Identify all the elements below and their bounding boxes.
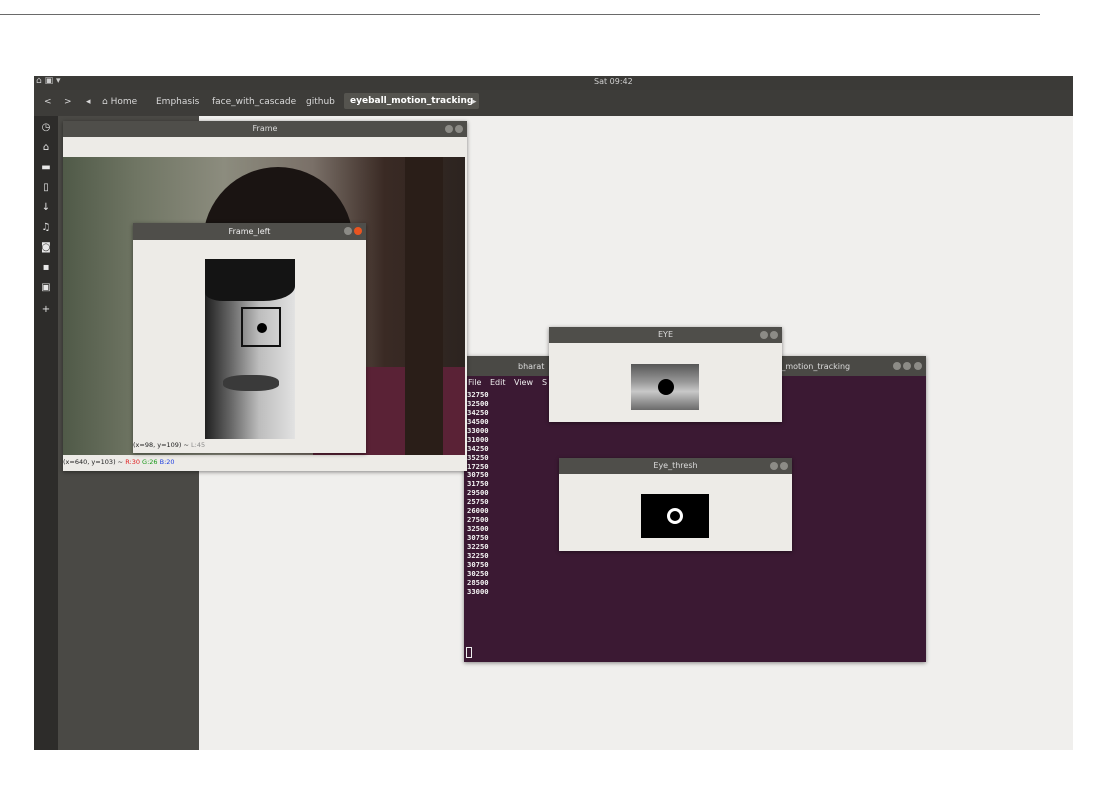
- door-shape: [405, 157, 443, 455]
- frame-left-window[interactable]: Frame_left (x=98, y=109) ~ L:45: [133, 223, 366, 453]
- top-bar: ⌂ ▣ ▾ Sat 09:42: [34, 76, 1073, 90]
- terminal-title-left: bharat: [518, 362, 545, 371]
- close-button[interactable]: [770, 331, 778, 339]
- menu-search[interactable]: S: [542, 378, 547, 387]
- activities-menu[interactable]: ⌂ ▣ ▾: [36, 76, 60, 86]
- threshold-image: [641, 494, 709, 538]
- folder-icon[interactable]: ▬: [34, 162, 58, 173]
- close-button[interactable]: [354, 227, 362, 235]
- home-icon: ⌂: [102, 97, 108, 107]
- frame-status-bar: (x=640, y=103) ~ R:30 G:26 B:20: [63, 455, 467, 469]
- close-button[interactable]: [780, 462, 788, 470]
- path-right-arrow-icon[interactable]: ▸: [472, 97, 477, 107]
- minimize-button[interactable]: [760, 331, 768, 339]
- frame-title: Frame: [252, 124, 278, 133]
- music-icon[interactable]: ♫: [34, 222, 58, 233]
- menu-file[interactable]: File: [468, 378, 481, 387]
- dock: ◷ ⌂ ▬ ▯ ↓ ♫ ◙ ▪ ▣ +: [34, 116, 58, 750]
- eye-thresh-titlebar[interactable]: Eye_thresh: [559, 458, 792, 474]
- frame-titlebar[interactable]: Frame: [63, 121, 467, 137]
- frame-left-pixel-coords: (x=98, y=109) ~: [133, 441, 192, 449]
- mustache-shape: [223, 375, 279, 391]
- frame-left-titlebar[interactable]: Frame_left: [133, 223, 366, 240]
- plus-icon[interactable]: +: [34, 304, 58, 315]
- top-divider: [0, 14, 1040, 15]
- eye-thresh-title: Eye_thresh: [653, 461, 698, 470]
- frame-pixel-coords: (x=640, y=103) ~: [63, 458, 126, 466]
- desktop-screen: ⌂ ▣ ▾ Sat 09:42 < > ◂ ⌂ Home Emphasis fa…: [34, 76, 1073, 750]
- file-manager-pathbar: < > ◂ ⌂ Home Emphasis face_with_cascade …: [34, 90, 1073, 116]
- terminal-line: 33000: [467, 586, 489, 596]
- trash-icon[interactable]: ▣: [34, 282, 58, 293]
- clock-icon[interactable]: ◷: [34, 122, 58, 133]
- path-item-home-label: Home: [110, 97, 138, 107]
- eye-thresh-window[interactable]: Eye_thresh: [559, 458, 792, 551]
- pupil-ring: [667, 508, 683, 524]
- video-icon[interactable]: ▪: [34, 262, 58, 273]
- eye-titlebar[interactable]: EYE: [549, 327, 782, 343]
- terminal-title-right: all_motion_tracking: [772, 362, 851, 371]
- download-icon[interactable]: ↓: [34, 202, 58, 213]
- eye-crop-image: [631, 364, 699, 410]
- eye-window[interactable]: EYE: [549, 327, 782, 422]
- eye-detection-box: [241, 307, 281, 347]
- hair-shape: [205, 259, 295, 301]
- frame-pixel-b: B:20: [159, 458, 175, 466]
- path-item-emphasis[interactable]: Emphasis: [156, 97, 199, 107]
- pupil-dot: [658, 379, 674, 395]
- path-left-arrow-icon[interactable]: ◂: [86, 97, 91, 107]
- left-face-image: [205, 259, 295, 439]
- pupil-dot: [257, 323, 267, 333]
- eye-title: EYE: [658, 330, 673, 339]
- close-button[interactable]: [455, 125, 463, 133]
- menu-edit[interactable]: Edit: [490, 378, 506, 387]
- minimize-button[interactable]: [344, 227, 352, 235]
- document-icon[interactable]: ▯: [34, 182, 58, 193]
- terminal-cursor: [466, 647, 472, 658]
- path-item-home[interactable]: ⌂ Home: [102, 97, 137, 107]
- minimize-button[interactable]: [892, 362, 901, 370]
- forward-button[interactable]: >: [64, 97, 72, 107]
- frame-left-status-bar: (x=98, y=109) ~ L:45: [133, 441, 205, 449]
- menu-view[interactable]: View: [514, 378, 533, 387]
- camera-icon[interactable]: ◙: [34, 242, 58, 253]
- back-button[interactable]: <: [44, 97, 52, 107]
- terminal-output[interactable]: 32750 32500 34250 34500 33000 31000 3425…: [467, 390, 489, 597]
- path-item-github[interactable]: github: [306, 97, 335, 107]
- minimize-button[interactable]: [445, 125, 453, 133]
- frame-pixel-r: R:30: [125, 458, 140, 466]
- frame-left-title: Frame_left: [228, 227, 271, 236]
- frame-left-pixel-l: L:45: [191, 441, 206, 449]
- maximize-button[interactable]: [903, 362, 912, 370]
- minimize-button[interactable]: [770, 462, 778, 470]
- frame-pixel-g: G:26: [142, 458, 158, 466]
- close-button[interactable]: [914, 362, 922, 370]
- path-item-eyeball-motion-tracking[interactable]: eyeball_motion_tracking: [344, 93, 480, 109]
- clock[interactable]: Sat 09:42: [594, 77, 633, 86]
- home-icon[interactable]: ⌂: [34, 142, 58, 153]
- path-item-face-with-cascade[interactable]: face_with_cascade: [212, 97, 296, 107]
